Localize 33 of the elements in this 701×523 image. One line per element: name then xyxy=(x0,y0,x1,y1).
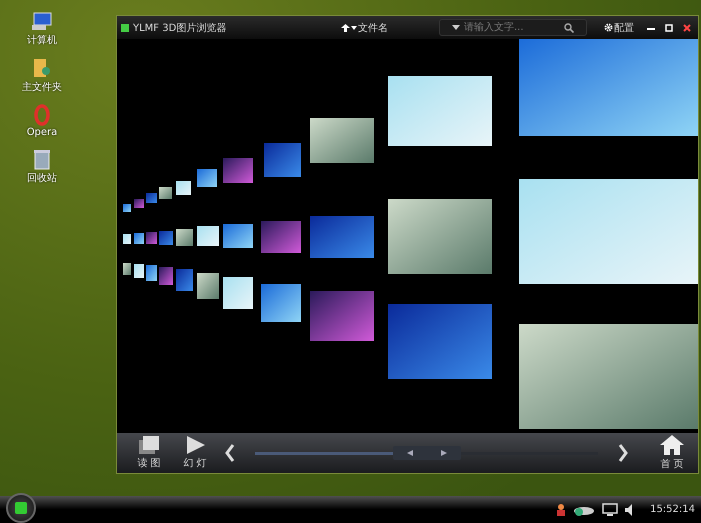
pages-icon xyxy=(139,436,159,454)
folder-icon[interactable] xyxy=(32,57,52,79)
home-button[interactable]: 首 页 xyxy=(654,435,690,471)
desktop-icon-label[interactable]: 计算机 xyxy=(27,33,57,47)
chevron-left-icon xyxy=(225,444,235,462)
gear-icon xyxy=(604,23,613,32)
maximize-icon xyxy=(665,24,673,32)
settings-button[interactable]: 配置 xyxy=(604,20,634,34)
app-icon xyxy=(121,24,129,32)
person-icon[interactable] xyxy=(556,504,566,516)
close-icon xyxy=(683,24,691,32)
computer-icon[interactable] xyxy=(31,12,53,32)
next-button[interactable] xyxy=(616,442,630,464)
play-icon xyxy=(185,436,205,454)
slideshow-button[interactable]: 幻 灯 xyxy=(177,436,213,470)
chevron-right-icon xyxy=(618,444,628,462)
read-button[interactable]: 读 图 xyxy=(131,436,167,470)
start-icon xyxy=(15,502,27,514)
desktop-icon-label[interactable]: Opera xyxy=(26,127,58,138)
slider-thumb[interactable] xyxy=(392,446,460,460)
clock: 15:52:14 xyxy=(650,504,695,515)
caret-icon xyxy=(351,26,357,30)
previous-button[interactable] xyxy=(223,442,237,464)
house-icon xyxy=(660,435,684,455)
desktop-icon-label[interactable]: 回收站 xyxy=(27,171,57,185)
window-title: YLMF 3D图片浏览器 xyxy=(133,22,226,34)
trash-icon[interactable] xyxy=(33,148,51,170)
monitor-icon[interactable] xyxy=(602,502,618,516)
search-icon xyxy=(564,22,574,32)
caret-icon xyxy=(452,25,460,30)
desktop-icon-label[interactable]: 主文件夹 xyxy=(22,80,62,94)
sort-button[interactable]: 文件名 xyxy=(341,20,431,34)
start-button[interactable] xyxy=(6,492,36,522)
